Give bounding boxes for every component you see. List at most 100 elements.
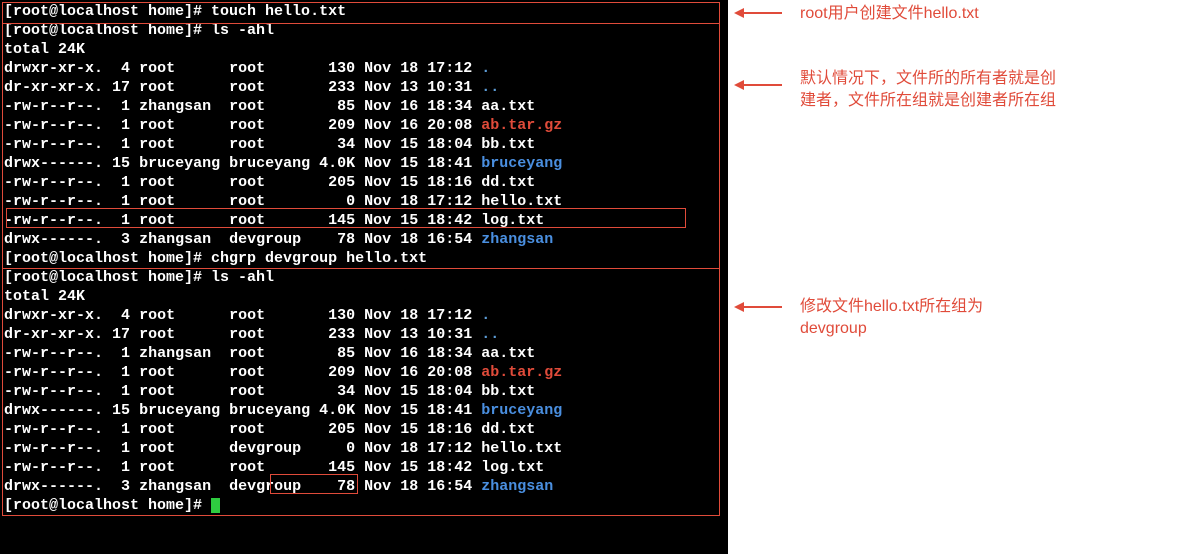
perm-col: -rw-r--r--.	[4, 440, 103, 457]
size-col: 4.0K	[319, 402, 355, 419]
filename-col: aa.txt	[481, 345, 535, 362]
listing-row: drwx------. 3 zhangsan devgroup 78 Nov 1…	[4, 230, 724, 249]
day-col: 18	[400, 440, 418, 457]
listing-row: -rw-r--r--. 1 zhangsan root 85 Nov 16 18…	[4, 97, 724, 116]
size-col: 0	[319, 193, 355, 210]
perm-col: dr-xr-xr-x.	[4, 79, 103, 96]
month-col: Nov	[364, 421, 391, 438]
day-col: 18	[400, 193, 418, 210]
month-col: Nov	[364, 193, 391, 210]
owner-col: root	[139, 459, 220, 476]
group-col: devgroup	[229, 231, 310, 248]
owner-col: bruceyang	[139, 155, 220, 172]
group-col: root	[229, 98, 310, 115]
group-col: root	[229, 345, 310, 362]
owner-col: root	[139, 60, 220, 77]
size-col: 34	[319, 136, 355, 153]
owner-col: root	[139, 212, 220, 229]
day-col: 18	[400, 478, 418, 495]
group-col: root	[229, 174, 310, 191]
month-col: Nov	[364, 136, 391, 153]
month-col: Nov	[364, 212, 391, 229]
owner-col: root	[139, 421, 220, 438]
filename-col: .	[481, 60, 490, 77]
filename-col: zhangsan	[481, 478, 553, 495]
perm-col: -rw-r--r--.	[4, 383, 103, 400]
day-col: 18	[400, 307, 418, 324]
listing-row: drwx------. 15 bruceyang bruceyang 4.0K …	[4, 154, 724, 173]
size-col: 78	[319, 231, 355, 248]
time-col: 18:04	[427, 383, 472, 400]
group-col: root	[229, 212, 310, 229]
time-col: 18:04	[427, 136, 472, 153]
month-col: Nov	[364, 231, 391, 248]
day-col: 15	[400, 136, 418, 153]
perm-col: -rw-r--r--.	[4, 98, 103, 115]
time-col: 20:08	[427, 117, 472, 134]
listing-row: -rw-r--r--. 1 root root 0 Nov 18 17:12 h…	[4, 192, 724, 211]
owner-col: zhangsan	[139, 478, 220, 495]
filename-col: ab.tar.gz	[481, 117, 562, 134]
annotation-text-1: root用户创建文件hello.txt	[800, 3, 979, 25]
perm-col: -rw-r--r--.	[4, 421, 103, 438]
owner-col: root	[139, 193, 220, 210]
group-col: root	[229, 307, 310, 324]
time-col: 17:12	[427, 307, 472, 324]
perm-col: dr-xr-xr-x.	[4, 326, 103, 343]
size-col: 34	[319, 383, 355, 400]
day-col: 16	[400, 345, 418, 362]
owner-col: zhangsan	[139, 98, 220, 115]
total-line: total 24K	[4, 287, 724, 306]
links-col: 1	[112, 212, 130, 229]
arrow-icon	[734, 300, 784, 314]
time-col: 18:16	[427, 421, 472, 438]
shell-command: chgrp devgroup hello.txt	[211, 250, 427, 267]
filename-col: bb.txt	[481, 383, 535, 400]
perm-col: -rw-r--r--.	[4, 117, 103, 134]
filename-col: ..	[481, 326, 499, 343]
annotation-text-3: 修改文件hello.txt所在组为 devgroup	[800, 296, 983, 340]
day-col: 15	[400, 402, 418, 419]
day-col: 15	[400, 155, 418, 172]
perm-col: -rw-r--r--.	[4, 193, 103, 210]
perm-col: -rw-r--r--.	[4, 212, 103, 229]
links-col: 4	[112, 307, 130, 324]
size-col: 0	[319, 440, 355, 457]
month-col: Nov	[364, 459, 391, 476]
perm-col: -rw-r--r--.	[4, 136, 103, 153]
links-col: 1	[112, 117, 130, 134]
group-col: bruceyang	[229, 155, 310, 172]
links-col: 1	[112, 421, 130, 438]
filename-col: dd.txt	[481, 421, 535, 438]
time-col: 17:12	[427, 60, 472, 77]
shell-prompt: [root@localhost home]#	[4, 3, 211, 20]
owner-col: root	[139, 136, 220, 153]
size-col: 205	[319, 421, 355, 438]
time-col: 18:16	[427, 174, 472, 191]
listing-row: drwxr-xr-x. 4 root root 130 Nov 18 17:12…	[4, 59, 724, 78]
listing-row: -rw-r--r--. 1 root root 205 Nov 15 18:16…	[4, 420, 724, 439]
day-col: 16	[400, 117, 418, 134]
group-col: root	[229, 326, 310, 343]
listing-row: -rw-r--r--. 1 root root 34 Nov 15 18:04 …	[4, 382, 724, 401]
filename-col: dd.txt	[481, 174, 535, 191]
time-col: 18:34	[427, 345, 472, 362]
owner-col: root	[139, 383, 220, 400]
time-col: 16:54	[427, 231, 472, 248]
month-col: Nov	[364, 402, 391, 419]
month-col: Nov	[364, 478, 391, 495]
links-col: 1	[112, 383, 130, 400]
shell-prompt: [root@localhost home]#	[4, 497, 211, 514]
owner-col: root	[139, 307, 220, 324]
terminal-output[interactable]: [root@localhost home]# touch hello.txt[r…	[0, 0, 728, 554]
links-col: 1	[112, 459, 130, 476]
month-col: Nov	[364, 174, 391, 191]
group-col: root	[229, 421, 310, 438]
listing-row: dr-xr-xr-x. 17 root root 233 Nov 13 10:3…	[4, 325, 724, 344]
owner-col: root	[139, 440, 220, 457]
filename-col: log.txt	[481, 212, 544, 229]
links-col: 15	[112, 155, 130, 172]
day-col: 15	[400, 212, 418, 229]
listing-row: drwx------. 3 zhangsan devgroup 78 Nov 1…	[4, 477, 724, 496]
listing-row: -rw-r--r--. 1 zhangsan root 85 Nov 16 18…	[4, 344, 724, 363]
